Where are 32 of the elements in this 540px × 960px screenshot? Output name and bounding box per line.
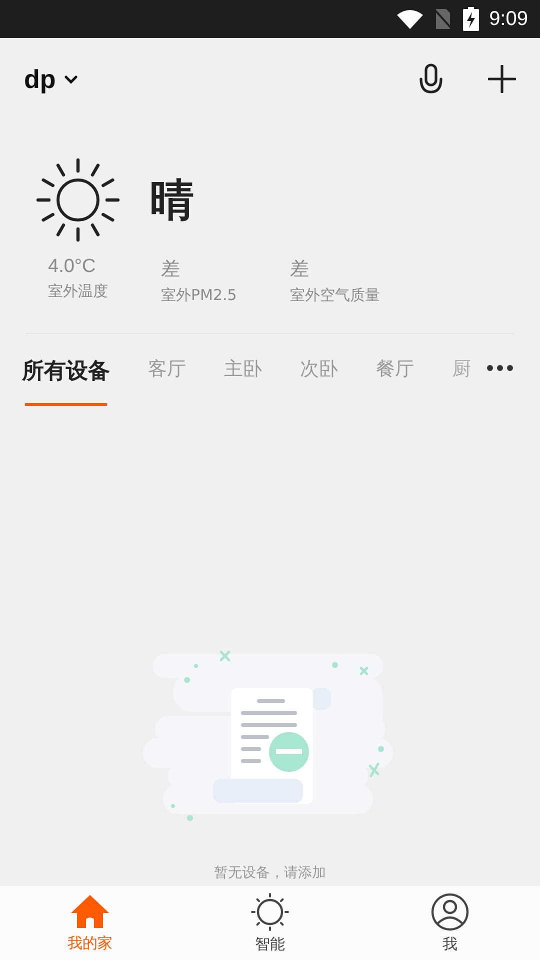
sun-icon xyxy=(36,158,120,242)
more-icon xyxy=(486,364,514,372)
wifi-icon xyxy=(397,9,424,29)
stat-value: 差 xyxy=(290,258,310,282)
room-tab[interactable]: 客厅 xyxy=(148,356,186,402)
room-tab[interactable]: 餐厅 xyxy=(376,356,414,402)
stat-label: 室外空气质量 xyxy=(290,286,380,305)
stat-label: 室外PM2.5 xyxy=(161,286,238,305)
clock: 9:09 xyxy=(489,8,528,30)
home-icon xyxy=(70,894,110,930)
stat-value: 差 xyxy=(161,258,181,282)
more-button[interactable] xyxy=(486,364,514,372)
stat-label: 室外温度 xyxy=(48,282,109,301)
nav-tab[interactable]: 我的家 xyxy=(0,886,180,960)
chevron-down-icon xyxy=(64,74,78,84)
microphone-icon xyxy=(418,63,444,95)
microphone-button[interactable] xyxy=(418,63,444,95)
room-tab[interactable]: 所有设备 xyxy=(22,356,110,406)
add-button[interactable] xyxy=(488,65,516,93)
room-tab[interactable]: 主卧 xyxy=(224,356,262,402)
user-icon xyxy=(431,892,469,930)
home-selector[interactable]: dp xyxy=(24,64,78,94)
room-tab[interactable]: 次卧 xyxy=(300,356,338,402)
stat-value: 4.0°C xyxy=(48,256,97,278)
plus-icon xyxy=(488,65,516,93)
nav-tab[interactable]: 智能 xyxy=(180,886,360,960)
room-tab[interactable]: 厨 xyxy=(452,356,471,402)
battery-charging-icon xyxy=(463,7,480,31)
sun-icon xyxy=(250,892,290,930)
empty-message: 暂无设备，请添加 xyxy=(214,864,326,882)
nav-tab[interactable]: 我 xyxy=(360,886,540,960)
weather-condition: 晴 xyxy=(150,174,194,228)
